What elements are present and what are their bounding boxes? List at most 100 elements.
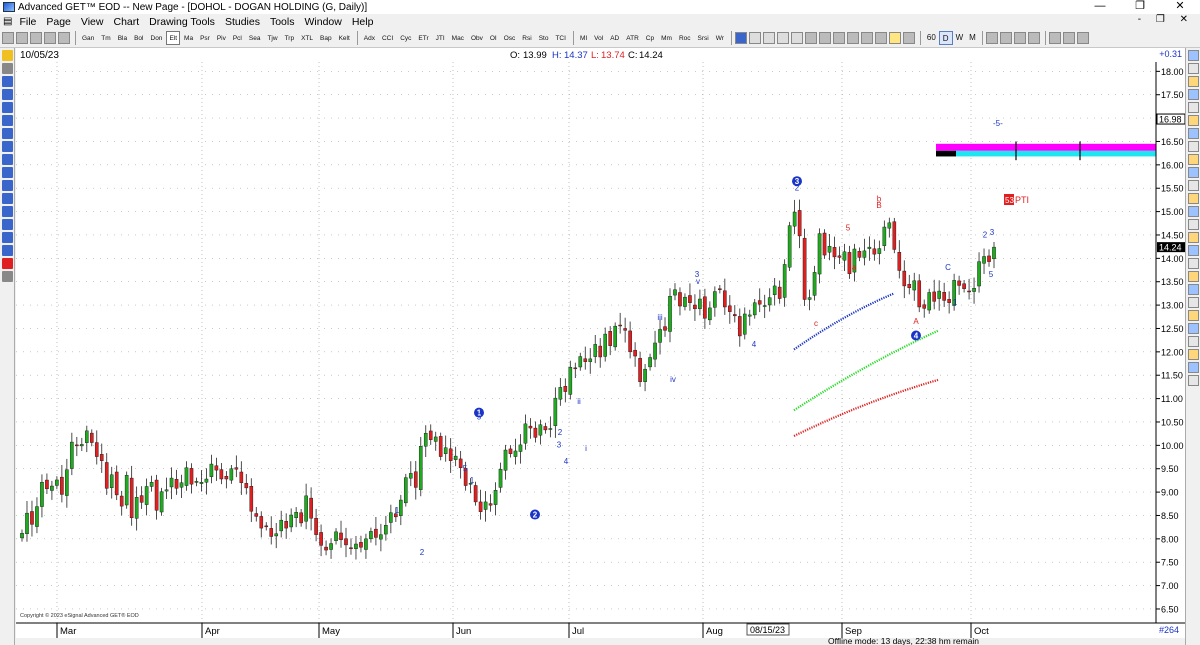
study-tool-16-icon[interactable] xyxy=(1188,245,1199,256)
layout-grid-icon[interactable] xyxy=(999,32,1012,44)
study-tool-2-icon[interactable] xyxy=(1188,63,1199,74)
study-tci-button[interactable]: TCI xyxy=(552,31,568,45)
study-tool-19-icon[interactable] xyxy=(1188,284,1199,295)
drawing-tool-16-icon[interactable] xyxy=(2,245,13,256)
zoom-in-icon[interactable] xyxy=(776,32,789,44)
menu-view[interactable]: View xyxy=(76,16,109,28)
study-tool-9-icon[interactable] xyxy=(1188,154,1199,165)
study-wr-button[interactable]: Wr xyxy=(713,31,727,45)
drawing-tool-10-icon[interactable] xyxy=(2,167,13,178)
study-tool-5-icon[interactable] xyxy=(1188,102,1199,113)
study-sea-button[interactable]: Sea xyxy=(246,31,264,45)
study-tool-24-icon[interactable] xyxy=(1188,349,1199,360)
study-tjw-button[interactable]: Tjw xyxy=(264,31,280,45)
study-roc-button[interactable]: Roc xyxy=(676,31,694,45)
grid-icon[interactable] xyxy=(846,32,859,44)
drawing-tool-6-icon[interactable] xyxy=(2,115,13,126)
period-daily-button[interactable]: D xyxy=(938,31,953,45)
study-adx-button[interactable]: Adx xyxy=(361,31,378,45)
study-tool-6-icon[interactable] xyxy=(1188,115,1199,126)
study-mi-button[interactable]: MI xyxy=(577,31,590,45)
menu-studies[interactable]: Studies xyxy=(220,16,265,28)
study-kelt-button[interactable]: Kelt xyxy=(336,31,353,45)
study-tool-23-icon[interactable] xyxy=(1188,336,1199,347)
study-don-button[interactable]: Don xyxy=(148,31,166,45)
chart-window-icon[interactable] xyxy=(734,32,747,44)
study-tool-14-icon[interactable] xyxy=(1188,219,1199,230)
study-bol-button[interactable]: Bol xyxy=(131,31,146,45)
target-icon[interactable] xyxy=(790,32,803,44)
save-layout-icon[interactable] xyxy=(1013,32,1026,44)
study-tool-18-icon[interactable] xyxy=(1188,271,1199,282)
home-icon[interactable] xyxy=(985,32,998,44)
study-tool-17-icon[interactable] xyxy=(1188,258,1199,269)
drawing-tool-15-icon[interactable] xyxy=(2,232,13,243)
study-rsi-button[interactable]: Rsi xyxy=(519,31,534,45)
lock-icon[interactable] xyxy=(818,32,831,44)
menu-chart[interactable]: Chart xyxy=(108,16,144,28)
panel-icon[interactable] xyxy=(860,32,873,44)
mdi-controls[interactable]: - ❐ ✕ xyxy=(1138,14,1194,25)
drawing-tool-5-icon[interactable] xyxy=(2,102,13,113)
study-oi-button[interactable]: OI xyxy=(487,31,500,45)
study-jti-button[interactable]: JTI xyxy=(433,31,448,45)
study-pcl-button[interactable]: Pcl xyxy=(230,31,245,45)
study-obv-button[interactable]: Obv xyxy=(468,31,486,45)
menu-page[interactable]: Page xyxy=(41,16,76,28)
study-cyc-button[interactable]: Cyc xyxy=(397,31,414,45)
study-tool-4-icon[interactable] xyxy=(1188,89,1199,100)
drawing-tool-11-icon[interactable] xyxy=(2,180,13,191)
layout-icon[interactable] xyxy=(804,32,817,44)
study-mm-button[interactable]: Mm xyxy=(658,31,675,45)
maximize-button[interactable]: ❐ xyxy=(1120,0,1160,14)
study-tool-3-icon[interactable] xyxy=(1188,76,1199,87)
drawing-tool-1-icon[interactable] xyxy=(2,50,13,61)
drawing-tool-9-icon[interactable] xyxy=(2,154,13,165)
study-vol-button[interactable]: Vol xyxy=(591,31,606,45)
study-gan-button[interactable]: Gan xyxy=(79,31,97,45)
print-icon[interactable] xyxy=(874,32,887,44)
study-tool-15-icon[interactable] xyxy=(1188,232,1199,243)
study-tool-7-icon[interactable] xyxy=(1188,128,1199,139)
period-weekly-button[interactable]: W xyxy=(953,31,967,45)
study-xtl-button[interactable]: XTL xyxy=(298,31,316,45)
study-tool-10-icon[interactable] xyxy=(1188,167,1199,178)
study-psr-button[interactable]: Psr xyxy=(197,31,213,45)
study-tool-12-icon[interactable] xyxy=(1188,193,1199,204)
bell-icon[interactable] xyxy=(832,32,845,44)
study-sto-button[interactable]: Sto xyxy=(536,31,552,45)
drawing-tool-2-icon[interactable] xyxy=(2,63,13,74)
tile-icon[interactable] xyxy=(1048,32,1061,44)
drawing-tool-12-icon[interactable] xyxy=(2,193,13,204)
menu-window[interactable]: Window xyxy=(299,16,346,28)
period-monthly-button[interactable]: M xyxy=(966,31,979,45)
study-ma-button[interactable]: Ma xyxy=(181,31,196,45)
study-piv-button[interactable]: Piv xyxy=(214,31,229,45)
study-tool-25-icon[interactable] xyxy=(1188,362,1199,373)
study-tool-22-icon[interactable] xyxy=(1188,323,1199,334)
study-bla-button[interactable]: Bla xyxy=(115,31,130,45)
nav-prev-icon[interactable] xyxy=(16,32,28,44)
study-tool-21-icon[interactable] xyxy=(1188,310,1199,321)
price-chart[interactable]: 1523241234512iiiiiiiv3v45abBc AC12 35 18.0… xyxy=(16,48,1186,638)
settings-icon[interactable] xyxy=(902,32,915,44)
nav-last-icon[interactable] xyxy=(44,32,56,44)
nav-zoom-icon[interactable] xyxy=(58,32,70,44)
drawing-tool-4-icon[interactable] xyxy=(2,89,13,100)
study-tool-8-icon[interactable] xyxy=(1188,141,1199,152)
minimize-button[interactable]: — xyxy=(1080,0,1120,14)
study-tool-1-icon[interactable] xyxy=(1188,50,1199,61)
study-tool-11-icon[interactable] xyxy=(1188,180,1199,191)
tools-icon[interactable] xyxy=(762,32,775,44)
help-icon[interactable] xyxy=(888,32,901,44)
study-srsi-button[interactable]: Srsi xyxy=(695,31,712,45)
study-ad-button[interactable]: AD xyxy=(607,31,622,45)
period-60-button[interactable]: 60 xyxy=(924,31,939,45)
globe-icon[interactable] xyxy=(748,32,761,44)
study-tool-26-icon[interactable] xyxy=(1188,375,1199,386)
drawing-tool-13-icon[interactable] xyxy=(2,206,13,217)
study-tm-button[interactable]: Tm xyxy=(98,31,113,45)
study-elt-button[interactable]: Elt xyxy=(166,31,181,45)
study-mac-button[interactable]: Mac xyxy=(449,31,467,45)
study-osc-button[interactable]: Osc xyxy=(501,31,519,45)
